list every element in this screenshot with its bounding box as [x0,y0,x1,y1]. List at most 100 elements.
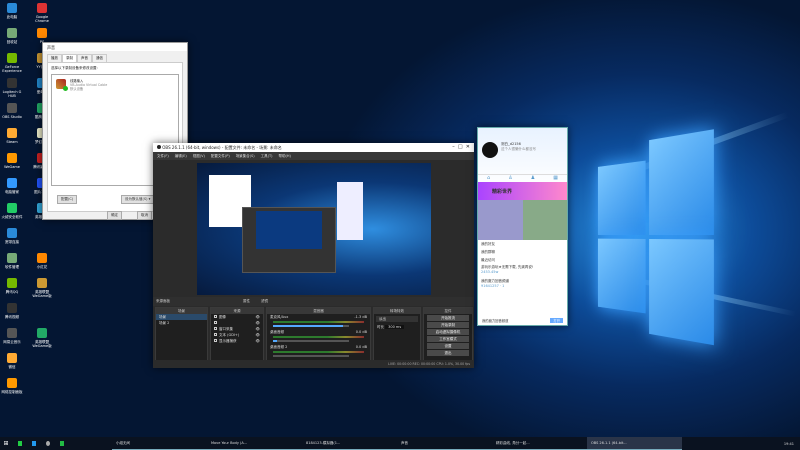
app-icon [7,78,17,88]
visibility-icon[interactable]: 👁 [256,321,260,325]
dock-header: 来源面板 [156,299,170,303]
clock[interactable]: 19:41 [784,442,800,446]
desktop-icon[interactable]: 软件管理 [0,253,24,269]
set-default-button[interactable]: 设为默认值(S) ▾ [121,195,155,204]
taskbar-item[interactable]: 精彩曲线, 角分一起... [492,437,587,450]
configure-button[interactable]: 配置(C) [57,195,78,204]
qq-tabs[interactable]: ⌂ ♙ ♟ ▦ [478,174,567,182]
desktop-icon[interactable]: 英雄联盟WeGame版 [30,278,54,298]
app-icon [7,153,17,163]
desktop-icon[interactable]: OBS Studio [0,103,24,119]
source-item[interactable]: 显示器捕获 👁 [211,338,263,344]
tab-2[interactable]: 声音 [77,54,92,62]
filters-button[interactable]: 滤镜 [261,299,268,304]
desktop-icon[interactable]: 腾讯视频 [0,303,24,319]
control-button[interactable]: 启动虚拟摄像机 [427,329,469,335]
properties-button[interactable]: 属性 [243,299,250,304]
menu-item[interactable]: 工具(T) [261,154,273,158]
transition-select[interactable]: 淡出 [376,316,418,322]
menu-item[interactable]: 文件(F) [157,154,169,158]
control-button[interactable]: 退出 [427,350,469,356]
audio-jack-icon [56,79,68,91]
taskbar-item[interactable]: 声音 [397,437,492,450]
visibility-icon[interactable]: 👁 [256,315,260,319]
search-input[interactable]: 我的魔力回音频道 [482,318,547,323]
avatar[interactable] [482,142,498,158]
pinned-apps[interactable] [12,441,112,446]
control-button[interactable]: 开始推流 [427,315,469,321]
duration-input[interactable]: 300 ms [385,325,405,329]
app-icon [7,53,17,63]
qq-menu-item[interactable]: 最近访问 [478,256,567,264]
preview-canvas[interactable] [197,163,431,295]
volume-meter [273,351,364,353]
volume-slider[interactable] [273,355,349,357]
desktop-icon[interactable]: 火绒安全软件 [0,203,24,219]
visibility-icon[interactable]: 👁 [256,339,260,343]
control-button[interactable]: 开始录制 [427,322,469,328]
visibility-icon[interactable]: 👁 [256,327,260,331]
control-button[interactable]: 设置 [427,343,469,349]
desktop-icon[interactable]: Logitech G HUB [0,78,24,98]
taskbar-item[interactable]: OBS 26.1.1 (64-bit... [587,437,682,450]
desktop-icon[interactable]: Google Chrome [30,3,54,23]
banner[interactable]: 精彩世界 [478,182,567,200]
windows-logo [597,129,714,346]
ok-button[interactable]: 确定 [107,211,122,220]
app-icon [37,328,47,338]
taskbar-item[interactable]: 小组无间 [112,437,207,450]
visibility-icon[interactable]: 👁 [256,333,260,337]
tab-3[interactable]: 通信 [92,54,107,62]
menu-item[interactable]: 编辑(E) [175,154,187,158]
taskbar-item[interactable]: 8184123-模拟器(1... [302,437,397,450]
sources-panel: 来源 图像 👁 👁 窗口采集 👁 文本 (GDI+) 👁 显示器捕获 👁 [210,307,264,367]
chat-item[interactable]: 游玩乐游玩★无需下载, 先爽再说! 2453.45w [478,264,567,278]
default-check-icon [63,86,68,91]
app-icon [7,228,17,238]
desktop-icon[interactable]: 微信 [0,353,24,369]
menu-bar: 文件(F) 编辑(E) 视图(V) 配置文件(P) 场景集合(S) 工具(T) 帮助(H) [153,152,474,160]
desktop-icon[interactable]: 网易云音乐 [0,328,24,344]
window-controls[interactable]: – □ ✕ [452,144,470,150]
app-icon [7,128,17,138]
desktop-icon[interactable]: WeGame [0,153,24,169]
menu-item[interactable]: 场景集合(S) [236,154,255,158]
window-title: OBS 26.1.1 (64-bit, windows) - 配置文件: 未命名… [162,145,282,150]
desktop-icon[interactable]: 小红花 [30,253,54,269]
control-button[interactable]: 工作室模式 [427,336,469,342]
source-icon [214,321,217,324]
chat-item[interactable]: 我的魔力回音频道 91641257 · 1 [478,278,567,292]
cancel-button[interactable]: 取消 [137,211,152,220]
volume-meter [273,321,364,323]
menu-item[interactable]: 视图(V) [193,154,205,158]
slider-fill [273,325,343,327]
contacts-icon: ♙ [508,175,513,181]
desktop-icon[interactable]: 电脑管家 [0,178,24,194]
volume-slider[interactable] [273,325,349,327]
volume-slider[interactable] [273,340,349,342]
desktop-icon[interactable]: Steam [0,128,24,144]
desktop-icon[interactable]: GeForce Experience [0,53,24,73]
desktop-icon[interactable]: 宽带连接 [0,228,24,244]
desktop-icon[interactable]: 英雄联盟WeGame版 [30,328,54,348]
open-button[interactable]: 打开 [550,318,563,323]
signature[interactable]: 这个人很懒什么都没写 [501,147,536,152]
taskbar-item[interactable]: Move Your Body (A... [207,437,302,450]
menu-item[interactable]: 帮助(H) [279,154,291,158]
source-label: 窗口采集 [219,327,233,331]
menu-item[interactable]: 配置文件(P) [211,154,230,158]
scene-item[interactable]: 场景 2 [156,320,207,326]
desktop-icon[interactable]: 网络控制面板 [0,378,24,394]
app-icon [7,353,17,363]
tab-1[interactable]: 录制 [62,54,77,62]
tab-0[interactable]: 播放 [47,54,62,62]
desktop-icon[interactable]: 此电脑 [0,3,24,19]
source-label: 文本 (GDI+) [219,333,240,337]
desktop-icon[interactable]: 回收站 [0,28,24,44]
icon-label: 英雄联盟WeGame版 [32,340,52,348]
qq-menu-item[interactable]: 我的好友 [478,240,567,248]
device-item[interactable]: 线路输入 VB-Audio Virtual Cable 默认设备 [56,79,107,91]
desktop-icon[interactable]: 腾讯QQ [0,278,24,294]
start-icon[interactable]: ⊞ [0,440,12,447]
qq-menu-item[interactable]: 我的群聊 [478,248,567,256]
